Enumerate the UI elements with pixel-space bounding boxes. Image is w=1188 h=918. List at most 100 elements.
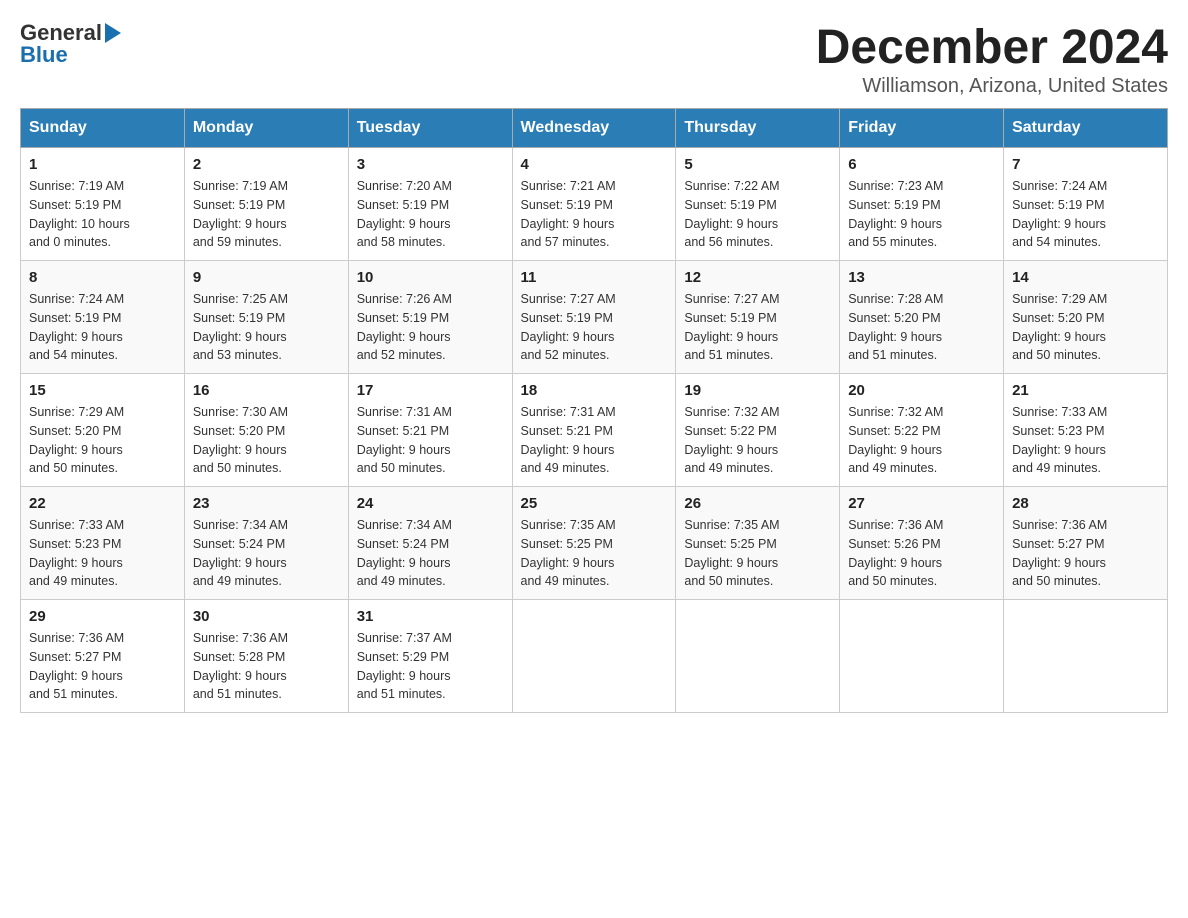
table-row: 1 Sunrise: 7:19 AMSunset: 5:19 PMDayligh… xyxy=(21,148,185,261)
col-monday: Monday xyxy=(184,109,348,148)
day-info: Sunrise: 7:31 AMSunset: 5:21 PMDaylight:… xyxy=(521,405,616,475)
day-number: 17 xyxy=(357,382,504,399)
table-row: 26 Sunrise: 7:35 AMSunset: 5:25 PMDaylig… xyxy=(676,487,840,600)
table-row: 30 Sunrise: 7:36 AMSunset: 5:28 PMDaylig… xyxy=(184,600,348,713)
table-row: 7 Sunrise: 7:24 AMSunset: 5:19 PMDayligh… xyxy=(1004,148,1168,261)
table-row: 6 Sunrise: 7:23 AMSunset: 5:19 PMDayligh… xyxy=(840,148,1004,261)
day-info: Sunrise: 7:35 AMSunset: 5:25 PMDaylight:… xyxy=(521,518,616,588)
table-row: 27 Sunrise: 7:36 AMSunset: 5:26 PMDaylig… xyxy=(840,487,1004,600)
table-row: 10 Sunrise: 7:26 AMSunset: 5:19 PMDaylig… xyxy=(348,261,512,374)
day-number: 13 xyxy=(848,269,995,286)
day-number: 26 xyxy=(684,495,831,512)
day-info: Sunrise: 7:22 AMSunset: 5:19 PMDaylight:… xyxy=(684,179,779,249)
day-info: Sunrise: 7:33 AMSunset: 5:23 PMDaylight:… xyxy=(1012,405,1107,475)
day-info: Sunrise: 7:19 AMSunset: 5:19 PMDaylight:… xyxy=(193,179,288,249)
table-row: 3 Sunrise: 7:20 AMSunset: 5:19 PMDayligh… xyxy=(348,148,512,261)
day-number: 1 xyxy=(29,156,176,173)
table-row: 2 Sunrise: 7:19 AMSunset: 5:19 PMDayligh… xyxy=(184,148,348,261)
day-info: Sunrise: 7:25 AMSunset: 5:19 PMDaylight:… xyxy=(193,292,288,362)
day-number: 15 xyxy=(29,382,176,399)
calendar-week-row: 29 Sunrise: 7:36 AMSunset: 5:27 PMDaylig… xyxy=(21,600,1168,713)
table-row: 12 Sunrise: 7:27 AMSunset: 5:19 PMDaylig… xyxy=(676,261,840,374)
day-number: 7 xyxy=(1012,156,1159,173)
day-info: Sunrise: 7:31 AMSunset: 5:21 PMDaylight:… xyxy=(357,405,452,475)
logo: General Blue xyxy=(20,20,121,68)
table-row: 28 Sunrise: 7:36 AMSunset: 5:27 PMDaylig… xyxy=(1004,487,1168,600)
col-friday: Friday xyxy=(840,109,1004,148)
day-number: 20 xyxy=(848,382,995,399)
day-number: 14 xyxy=(1012,269,1159,286)
day-info: Sunrise: 7:36 AMSunset: 5:28 PMDaylight:… xyxy=(193,631,288,701)
day-number: 31 xyxy=(357,608,504,625)
col-tuesday: Tuesday xyxy=(348,109,512,148)
table-row: 29 Sunrise: 7:36 AMSunset: 5:27 PMDaylig… xyxy=(21,600,185,713)
table-row: 25 Sunrise: 7:35 AMSunset: 5:25 PMDaylig… xyxy=(512,487,676,600)
day-info: Sunrise: 7:33 AMSunset: 5:23 PMDaylight:… xyxy=(29,518,124,588)
table-row xyxy=(840,600,1004,713)
day-info: Sunrise: 7:34 AMSunset: 5:24 PMDaylight:… xyxy=(193,518,288,588)
table-row xyxy=(1004,600,1168,713)
day-number: 11 xyxy=(521,269,668,286)
day-info: Sunrise: 7:29 AMSunset: 5:20 PMDaylight:… xyxy=(29,405,124,475)
day-info: Sunrise: 7:19 AMSunset: 5:19 PMDaylight:… xyxy=(29,179,130,249)
col-thursday: Thursday xyxy=(676,109,840,148)
calendar-week-row: 15 Sunrise: 7:29 AMSunset: 5:20 PMDaylig… xyxy=(21,374,1168,487)
table-row: 22 Sunrise: 7:33 AMSunset: 5:23 PMDaylig… xyxy=(21,487,185,600)
title-block: December 2024 Williamson, Arizona, Unite… xyxy=(816,20,1168,98)
table-row: 13 Sunrise: 7:28 AMSunset: 5:20 PMDaylig… xyxy=(840,261,1004,374)
table-row: 9 Sunrise: 7:25 AMSunset: 5:19 PMDayligh… xyxy=(184,261,348,374)
calendar-week-row: 8 Sunrise: 7:24 AMSunset: 5:19 PMDayligh… xyxy=(21,261,1168,374)
col-sunday: Sunday xyxy=(21,109,185,148)
day-number: 24 xyxy=(357,495,504,512)
day-info: Sunrise: 7:29 AMSunset: 5:20 PMDaylight:… xyxy=(1012,292,1107,362)
day-info: Sunrise: 7:24 AMSunset: 5:19 PMDaylight:… xyxy=(1012,179,1107,249)
day-number: 30 xyxy=(193,608,340,625)
day-info: Sunrise: 7:30 AMSunset: 5:20 PMDaylight:… xyxy=(193,405,288,475)
day-number: 8 xyxy=(29,269,176,286)
day-number: 23 xyxy=(193,495,340,512)
day-number: 28 xyxy=(1012,495,1159,512)
day-info: Sunrise: 7:32 AMSunset: 5:22 PMDaylight:… xyxy=(848,405,943,475)
day-info: Sunrise: 7:28 AMSunset: 5:20 PMDaylight:… xyxy=(848,292,943,362)
day-number: 3 xyxy=(357,156,504,173)
table-row: 17 Sunrise: 7:31 AMSunset: 5:21 PMDaylig… xyxy=(348,374,512,487)
logo-blue-text: Blue xyxy=(20,42,68,68)
calendar-table: Sunday Monday Tuesday Wednesday Thursday… xyxy=(20,108,1168,713)
table-row: 19 Sunrise: 7:32 AMSunset: 5:22 PMDaylig… xyxy=(676,374,840,487)
day-number: 2 xyxy=(193,156,340,173)
day-info: Sunrise: 7:23 AMSunset: 5:19 PMDaylight:… xyxy=(848,179,943,249)
day-info: Sunrise: 7:37 AMSunset: 5:29 PMDaylight:… xyxy=(357,631,452,701)
day-number: 6 xyxy=(848,156,995,173)
day-info: Sunrise: 7:26 AMSunset: 5:19 PMDaylight:… xyxy=(357,292,452,362)
day-info: Sunrise: 7:20 AMSunset: 5:19 PMDaylight:… xyxy=(357,179,452,249)
col-wednesday: Wednesday xyxy=(512,109,676,148)
day-info: Sunrise: 7:34 AMSunset: 5:24 PMDaylight:… xyxy=(357,518,452,588)
logo-arrow-icon xyxy=(105,23,121,43)
table-row: 31 Sunrise: 7:37 AMSunset: 5:29 PMDaylig… xyxy=(348,600,512,713)
calendar-header-row: Sunday Monday Tuesday Wednesday Thursday… xyxy=(21,109,1168,148)
table-row: 24 Sunrise: 7:34 AMSunset: 5:24 PMDaylig… xyxy=(348,487,512,600)
table-row: 15 Sunrise: 7:29 AMSunset: 5:20 PMDaylig… xyxy=(21,374,185,487)
day-info: Sunrise: 7:36 AMSunset: 5:27 PMDaylight:… xyxy=(29,631,124,701)
day-number: 4 xyxy=(521,156,668,173)
table-row: 16 Sunrise: 7:30 AMSunset: 5:20 PMDaylig… xyxy=(184,374,348,487)
day-info: Sunrise: 7:36 AMSunset: 5:26 PMDaylight:… xyxy=(848,518,943,588)
day-number: 5 xyxy=(684,156,831,173)
table-row: 8 Sunrise: 7:24 AMSunset: 5:19 PMDayligh… xyxy=(21,261,185,374)
day-number: 16 xyxy=(193,382,340,399)
table-row: 18 Sunrise: 7:31 AMSunset: 5:21 PMDaylig… xyxy=(512,374,676,487)
day-number: 22 xyxy=(29,495,176,512)
location-subtitle: Williamson, Arizona, United States xyxy=(816,75,1168,98)
day-number: 9 xyxy=(193,269,340,286)
table-row: 5 Sunrise: 7:22 AMSunset: 5:19 PMDayligh… xyxy=(676,148,840,261)
table-row: 14 Sunrise: 7:29 AMSunset: 5:20 PMDaylig… xyxy=(1004,261,1168,374)
day-number: 19 xyxy=(684,382,831,399)
table-row: 20 Sunrise: 7:32 AMSunset: 5:22 PMDaylig… xyxy=(840,374,1004,487)
day-info: Sunrise: 7:35 AMSunset: 5:25 PMDaylight:… xyxy=(684,518,779,588)
table-row: 21 Sunrise: 7:33 AMSunset: 5:23 PMDaylig… xyxy=(1004,374,1168,487)
day-number: 10 xyxy=(357,269,504,286)
col-saturday: Saturday xyxy=(1004,109,1168,148)
day-number: 27 xyxy=(848,495,995,512)
day-info: Sunrise: 7:27 AMSunset: 5:19 PMDaylight:… xyxy=(521,292,616,362)
table-row xyxy=(512,600,676,713)
